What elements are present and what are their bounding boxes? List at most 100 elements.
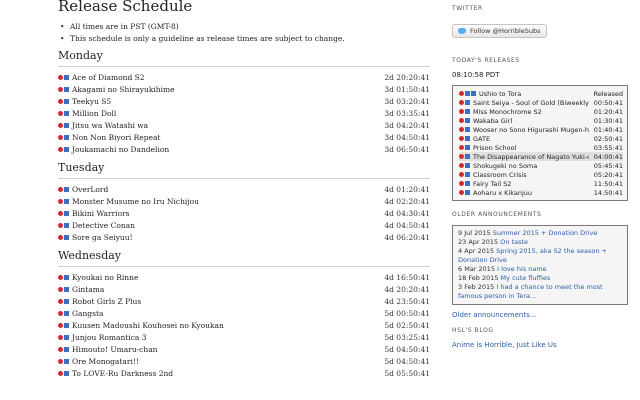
release-row[interactable]: Saint Seiya - Soul of Gold (Biweekly) 00:… bbox=[459, 98, 623, 107]
show-name[interactable]: Kuusen Madoushi Kouhosei no Kyoukan bbox=[72, 321, 370, 330]
show-name[interactable]: Sore ga Seiyuu! bbox=[72, 233, 370, 242]
release-name[interactable]: Wakaba Girl bbox=[473, 117, 589, 125]
tv-icon[interactable] bbox=[64, 98, 69, 104]
show-row[interactable]: Ace of Diamond S2 2d 20:20:41 bbox=[58, 71, 430, 83]
show-row[interactable]: Jitsu wa Watashi wa 3d 04:20:41 bbox=[58, 119, 430, 131]
heart-icon[interactable] bbox=[58, 286, 63, 292]
tv-icon[interactable] bbox=[64, 134, 69, 140]
release-row[interactable]: Wooser no Sono Higurashi Mugen-hen 01:40:… bbox=[459, 125, 623, 134]
tv-icon[interactable] bbox=[465, 91, 470, 96]
heart-icon[interactable] bbox=[459, 91, 464, 96]
heart-icon[interactable] bbox=[459, 190, 464, 195]
release-row[interactable]: GATE 02:50:41 bbox=[459, 134, 623, 143]
release-name[interactable]: Ushio to Tora bbox=[479, 90, 589, 98]
heart-icon[interactable] bbox=[58, 274, 63, 280]
show-name[interactable]: Non Non Biyori Repeat bbox=[72, 133, 370, 142]
tv-icon[interactable] bbox=[465, 145, 470, 150]
show-name[interactable]: Ore Monogatari!! bbox=[72, 357, 370, 366]
show-row[interactable]: Gintama 4d 20:20:41 bbox=[58, 283, 430, 295]
release-name[interactable]: Saint Seiya - Soul of Gold (Biweekly) bbox=[473, 99, 589, 107]
tv-icon[interactable] bbox=[465, 154, 470, 159]
heart-icon[interactable] bbox=[459, 100, 464, 105]
show-name[interactable]: Million Doll bbox=[72, 109, 370, 118]
tv-icon[interactable] bbox=[64, 222, 69, 228]
heart-icon[interactable] bbox=[459, 136, 464, 141]
release-row[interactable]: Shokugeki no Soma 05:45:41 bbox=[459, 161, 623, 170]
heart-icon[interactable] bbox=[58, 134, 63, 140]
tv-icon[interactable] bbox=[64, 198, 69, 204]
show-row[interactable]: Teekyu S5 3d 03:20:41 bbox=[58, 95, 430, 107]
heart-icon[interactable] bbox=[459, 163, 464, 168]
tv-icon[interactable] bbox=[64, 274, 69, 280]
show-name[interactable]: Kyoukai no Rinne bbox=[72, 273, 370, 282]
heart-icon[interactable] bbox=[58, 198, 63, 204]
tv-icon[interactable] bbox=[465, 181, 470, 186]
show-row[interactable]: Detective Conan 4d 04:50:41 bbox=[58, 219, 430, 231]
show-row[interactable]: Himouto! Umaru-chan 5d 04:50:41 bbox=[58, 343, 430, 355]
tv-icon[interactable] bbox=[465, 163, 470, 168]
heart-icon[interactable] bbox=[459, 145, 464, 150]
tv-icon[interactable] bbox=[64, 310, 69, 316]
show-name[interactable]: To LOVE-Ru Darkness 2nd bbox=[72, 369, 370, 378]
release-name[interactable]: Miss Monochrome S2 bbox=[473, 108, 589, 116]
show-name[interactable]: Gangsta bbox=[72, 309, 370, 318]
show-row[interactable]: Bikini Warriors 4d 04:30:41 bbox=[58, 207, 430, 219]
tv-icon[interactable] bbox=[64, 186, 69, 192]
tv-icon[interactable] bbox=[64, 346, 69, 352]
release-row[interactable]: Classroom Crisis 05:20:41 bbox=[459, 170, 623, 179]
heart-icon[interactable] bbox=[58, 98, 63, 104]
show-name[interactable]: Robot Girls Z Plus bbox=[72, 297, 370, 306]
blog-link[interactable]: Anime is Horrible, Just Like Us bbox=[452, 341, 628, 349]
heart-icon[interactable] bbox=[58, 358, 63, 364]
show-row[interactable]: Non Non Biyori Repeat 3d 04:50:41 bbox=[58, 131, 430, 143]
tv-icon[interactable] bbox=[64, 146, 69, 152]
heart-icon[interactable] bbox=[58, 210, 63, 216]
show-name[interactable]: Teekyu S5 bbox=[72, 97, 370, 106]
release-row[interactable]: Aoharu x Kikanjuu 14:50:41 bbox=[459, 188, 623, 197]
heart-icon[interactable] bbox=[58, 186, 63, 192]
show-row[interactable]: Monster Musume no Iru Nichijou 4d 02:20:4… bbox=[58, 195, 430, 207]
heart-icon[interactable] bbox=[58, 370, 63, 376]
heart-icon[interactable] bbox=[459, 127, 464, 132]
release-row[interactable]: Miss Monochrome S2 01:20:41 bbox=[459, 107, 623, 116]
tv-icon[interactable] bbox=[64, 110, 69, 116]
release-name[interactable]: Classroom Crisis bbox=[473, 171, 589, 179]
release-name[interactable]: The Disappearance of Nagato Yuki-chan bbox=[473, 153, 589, 161]
show-row[interactable]: Ore Monogatari!! 5d 04:50:41 bbox=[58, 355, 430, 367]
show-row[interactable]: Akagami no Shirayukihime 3d 01:50:41 bbox=[58, 83, 430, 95]
heart-icon[interactable] bbox=[459, 172, 464, 177]
tv-icon[interactable] bbox=[64, 286, 69, 292]
release-row-highlighted[interactable]: The Disappearance of Nagato Yuki-chan 04:… bbox=[459, 152, 623, 161]
tv-icon[interactable] bbox=[465, 190, 470, 195]
heart-icon[interactable] bbox=[58, 122, 63, 128]
tv-icon[interactable] bbox=[465, 118, 470, 123]
heart-icon[interactable] bbox=[58, 298, 63, 304]
announcement-link[interactable]: On taste bbox=[500, 238, 528, 246]
show-row[interactable]: Gangsta 5d 00:50:41 bbox=[58, 307, 430, 319]
heart-icon[interactable] bbox=[58, 146, 63, 152]
tv-icon[interactable] bbox=[465, 100, 470, 105]
release-name[interactable]: Aoharu x Kikanjuu bbox=[473, 189, 589, 197]
show-name[interactable]: Himouto! Umaru-chan bbox=[72, 345, 370, 354]
release-row[interactable]: Prison School 03:55:41 bbox=[459, 143, 623, 152]
show-row[interactable]: OverLord 4d 01:20:41 bbox=[58, 183, 430, 195]
show-name[interactable]: OverLord bbox=[72, 185, 370, 194]
tv-icon[interactable] bbox=[64, 234, 69, 240]
show-row[interactable]: Sore ga Seiyuu! 4d 06:20:41 bbox=[58, 231, 430, 243]
show-name[interactable]: Ace of Diamond S2 bbox=[72, 73, 370, 82]
tv-icon[interactable] bbox=[64, 358, 69, 364]
release-row[interactable]: Fairy Tail S2 11:50:41 bbox=[459, 179, 623, 188]
heart-icon[interactable] bbox=[58, 110, 63, 116]
heart-icon[interactable] bbox=[459, 118, 464, 123]
show-row[interactable]: Joukamachi no Dandelion 3d 06:50:41 bbox=[58, 143, 430, 155]
show-row[interactable]: Kyoukai no Rinne 4d 16:50:41 bbox=[58, 271, 430, 283]
show-name[interactable]: Gintama bbox=[72, 285, 370, 294]
tv-icon[interactable] bbox=[64, 370, 69, 376]
show-name[interactable]: Monster Musume no Iru Nichijou bbox=[72, 197, 370, 206]
heart-icon[interactable] bbox=[58, 74, 63, 80]
show-row[interactable]: To LOVE-Ru Darkness 2nd 5d 05:50:41 bbox=[58, 367, 430, 379]
heart-icon[interactable] bbox=[58, 346, 63, 352]
heart-icon[interactable] bbox=[58, 222, 63, 228]
tv-icon[interactable] bbox=[64, 74, 69, 80]
heart-icon[interactable] bbox=[58, 234, 63, 240]
